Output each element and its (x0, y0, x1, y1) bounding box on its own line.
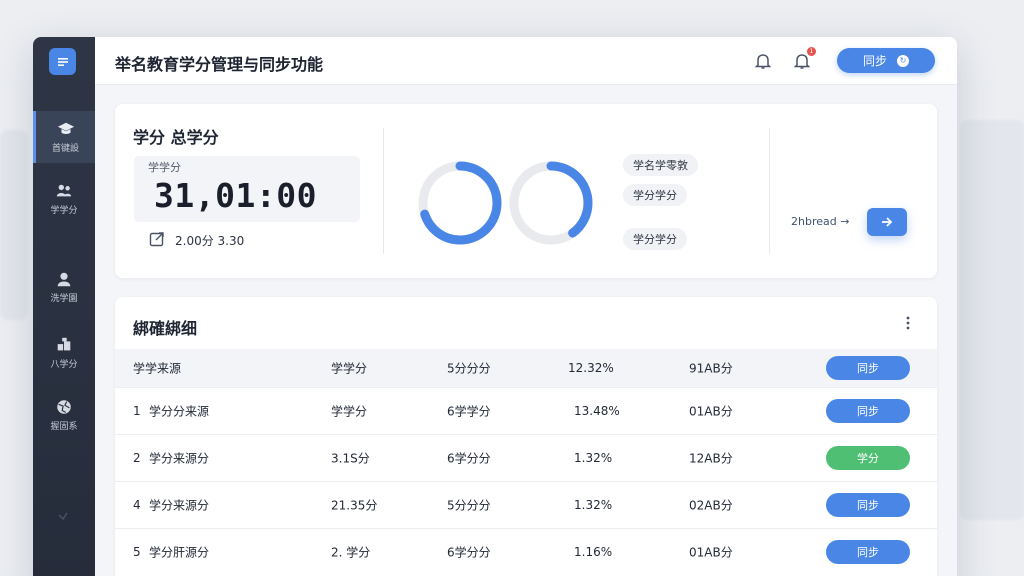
row-code: 12AB分 (689, 451, 733, 465)
app-window: 首键設 学学分 洗学園 八学分 握固系 举名教育学分管理与同步功能 1 同步 ↻ (33, 37, 957, 576)
stat-label: 学学分 (148, 161, 181, 174)
divider (769, 128, 770, 254)
progress-donut-1 (418, 161, 502, 245)
row-percent: 13.48% (574, 403, 620, 418)
header-type: 5分分分 (447, 361, 491, 376)
table-header-row: 学学来源 学学分 5分分分 12.32% 91AB分 同步 (115, 349, 937, 387)
row-source: 学分肝源分 (149, 545, 210, 559)
sidebar-item-label: 握固系 (50, 422, 78, 432)
stat-value: 31,01:00 (154, 176, 317, 215)
row-credit: 学学分 (331, 404, 368, 418)
row-percent: 1.16% (574, 544, 613, 559)
sidebar-item-modules[interactable]: 八学分 (33, 327, 95, 379)
row-credit: 3.1S分 (331, 451, 370, 465)
row-action-button[interactable]: 学分 (826, 445, 910, 470)
row-number: 4 (133, 497, 141, 512)
row-number: 5 (133, 544, 141, 559)
external-link-icon[interactable] (149, 231, 165, 247)
sync-button[interactable]: 同步 ↻ (837, 48, 935, 73)
blocks-icon (57, 337, 71, 351)
table-row: 1 学分分来源 学学分 6学学分 13.48% 01AB分 同步 (115, 387, 937, 433)
header-code: 91AB分 (689, 361, 733, 376)
sidebar-item-home[interactable]: 首键設 (33, 111, 95, 163)
menu-icon (57, 57, 68, 66)
header-percent: 12.32% (568, 361, 614, 375)
row-percent: 1.32% (574, 497, 613, 512)
row-type: 5分分分 (447, 498, 491, 512)
legend-pill: 学分学分 (623, 184, 687, 206)
row-code: 02AB分 (689, 498, 733, 512)
table-row: 2 学分来源分 3.1S分 6学分分 1.32% 12AB分 学分 (115, 434, 937, 480)
sidebar: 首键設 学学分 洗学園 八学分 握固系 (33, 37, 95, 576)
graduation-cap-icon (57, 122, 74, 134)
progress-donut-2 (509, 161, 593, 245)
header-sync-button[interactable]: 同步 (826, 356, 910, 380)
stat-sub: 2.00分 3.30 (175, 234, 245, 248)
users-icon (56, 184, 72, 197)
row-credit: 2. 学分 (331, 545, 371, 559)
header-credit: 学学分 (331, 361, 368, 376)
row-credit: 21.35分 (331, 498, 378, 512)
sidebar-item-credits[interactable]: 学学分 (33, 173, 95, 225)
row-action-button[interactable]: 同步 (826, 398, 910, 423)
row-type: 6学分分 (447, 545, 491, 559)
row-code: 01AB分 (689, 404, 733, 418)
summary-card: 学分 总学分 学学分 31,01:00 2.00分 3.30 学名学零敦 学分学… (115, 104, 937, 278)
row-source: 学分来源分 (149, 498, 210, 512)
summary-link[interactable]: 2hbread → (791, 215, 849, 228)
row-code: 01AB分 (689, 545, 733, 559)
arrow-right-icon (882, 217, 893, 227)
notification-badge: 1 (807, 47, 816, 56)
detail-title: 綁確綁细 (133, 319, 198, 338)
sync-icon: ↻ (897, 54, 909, 67)
background-panel (0, 130, 28, 320)
sync-button-label: 同步 (862, 54, 887, 68)
bell-icon[interactable] (753, 51, 773, 71)
table-row: 5 学分肝源分 2. 学分 6学分分 1.16% 01AB分 同步 (115, 528, 937, 574)
globe-icon (57, 400, 71, 414)
divider (383, 128, 384, 254)
background-panel (960, 120, 1024, 520)
row-type: 6学分分 (447, 451, 491, 465)
row-percent: 1.32% (574, 450, 613, 465)
go-button[interactable] (867, 208, 907, 236)
sidebar-item-label: 八学分 (50, 360, 78, 370)
sidebar-item-system[interactable]: 握固系 (33, 389, 95, 441)
row-source: 学分来源分 (149, 451, 210, 465)
sidebar-item-label: 学学分 (50, 206, 78, 216)
detail-card: 綁確綁细 学学来源 学学分 5分分分 12.32% 91AB分 同步 1 学分分来… (115, 297, 937, 576)
summary-title: 学分 总学分 (133, 128, 219, 147)
row-number: 2 (133, 450, 141, 465)
legend-pill: 学分学分 (623, 228, 687, 250)
collapse-icon[interactable] (57, 511, 69, 523)
legend-pill: 学名学零敦 (623, 154, 698, 176)
header-source: 学学来源 (133, 361, 182, 376)
row-action-button[interactable]: 同步 (826, 492, 910, 517)
row-type: 6学学分 (447, 404, 491, 418)
sidebar-item-label: 首键設 (51, 144, 79, 154)
person-icon (57, 272, 71, 287)
table-row: 4 学分来源分 21.35分 5分分分 1.32% 02AB分 同步 (115, 481, 937, 527)
sidebar-item-label: 洗学園 (50, 294, 78, 304)
app-logo[interactable] (49, 48, 76, 75)
row-number: 1 (133, 403, 141, 418)
total-credit-box: 学学分 31,01:00 (134, 156, 360, 222)
row-source: 学分分来源 (149, 404, 210, 418)
more-vertical-icon[interactable] (905, 315, 911, 331)
top-bar: 举名教育学分管理与同步功能 1 同步 ↻ (95, 37, 957, 85)
sidebar-item-students[interactable]: 洗学園 (33, 261, 95, 313)
row-action-button[interactable]: 同步 (826, 539, 910, 564)
app-title: 举名教育学分管理与同步功能 (115, 55, 324, 74)
